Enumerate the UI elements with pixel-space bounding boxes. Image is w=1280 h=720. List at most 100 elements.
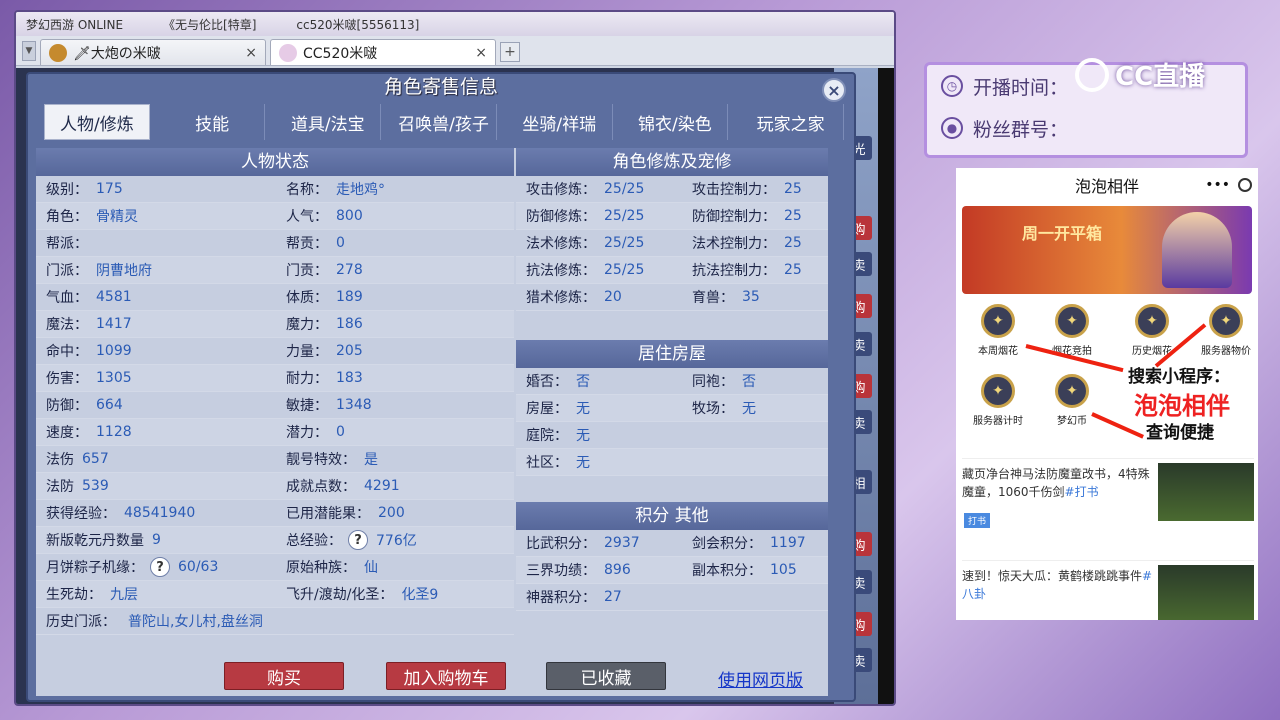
field-label: 气血： bbox=[46, 290, 88, 306]
new-tab-button[interactable]: + bbox=[500, 42, 520, 62]
field-label: 生死劫： bbox=[46, 587, 102, 603]
field-value: 186 bbox=[336, 316, 363, 332]
section-heading: 人物状态 bbox=[36, 148, 514, 176]
game-viewport: 光 购 卖 购 卖 购 卖 相 购 卖 购 卖 角色寄售信息 × 人物/修炼 技… bbox=[16, 68, 894, 704]
field-value: 200 bbox=[378, 505, 405, 521]
info-cell: 法术修炼： 25/25 bbox=[516, 230, 682, 256]
news-text: 藏页净台神马法防魔童改书，4特殊魔童，1060千伤剑 bbox=[962, 467, 1150, 499]
section-heading: 居住房屋 bbox=[516, 340, 828, 368]
action-bar: 购买 加入购物车 已收藏 使用网页版 bbox=[28, 652, 858, 692]
grid-label: 服务器计时 bbox=[973, 416, 1023, 427]
field-value: 否 bbox=[742, 374, 756, 390]
field-value: 无 bbox=[576, 455, 590, 471]
close-tab-icon[interactable]: × bbox=[245, 45, 257, 61]
grid-label: 本周烟花 bbox=[978, 346, 1018, 357]
field-label: 魔力： bbox=[286, 317, 328, 333]
field-value: 2937 bbox=[604, 535, 640, 551]
info-cell: 育兽： 35 bbox=[682, 284, 828, 310]
info-cell: 速度： 1128 bbox=[36, 419, 276, 445]
info-cell: 三界功绩： 896 bbox=[516, 557, 682, 583]
info-cell: 剑会积分： 1197 bbox=[682, 530, 828, 556]
grid-item[interactable]: ✦ 服务器物价 bbox=[1196, 304, 1256, 357]
info-cell: 气血： 4581 bbox=[36, 284, 276, 310]
cc-live-logo: CC直播 bbox=[1075, 56, 1205, 93]
help-icon[interactable]: ? bbox=[150, 557, 170, 577]
info-row: 法防 539 成就点数： 4291 bbox=[36, 473, 514, 500]
tab-mounts[interactable]: 坐骑/祥瑞 bbox=[507, 104, 613, 140]
news-item[interactable]: 藏页净台神马法防魔童改书，4特殊魔童，1060千伤剑#打书 打书 bbox=[962, 458, 1254, 558]
field-label: 潜力： bbox=[286, 425, 328, 441]
title-part-3: cc520米啵[5556113] bbox=[296, 17, 420, 32]
more-icon[interactable]: ••• bbox=[1205, 177, 1230, 193]
tab-outfits[interactable]: 锦衣/染色 bbox=[623, 104, 729, 140]
promo-line-2: 泡泡相伴 bbox=[1134, 392, 1230, 420]
tab-summons[interactable]: 召唤兽/孩子 bbox=[391, 104, 497, 140]
info-cell: 门贡： 278 bbox=[276, 257, 514, 283]
news-item[interactable]: 速到！惊天大瓜：黄鹤楼跳跳事件#八卦 bbox=[962, 560, 1254, 620]
grid-item[interactable]: ✦ 本周烟花 bbox=[968, 304, 1028, 357]
field-value: 776亿 bbox=[376, 533, 417, 549]
close-tab-icon[interactable]: × bbox=[475, 45, 487, 61]
buy-button[interactable]: 购买 bbox=[224, 662, 344, 690]
grid-item[interactable]: ✦ 服务器计时 bbox=[968, 374, 1028, 427]
target-icon[interactable] bbox=[1238, 178, 1252, 192]
favorited-button[interactable]: 已收藏 bbox=[546, 662, 666, 690]
field-label: 耐力： bbox=[286, 371, 328, 387]
tab-scroll-left-icon[interactable]: ▼ bbox=[22, 41, 36, 61]
history-icon: ✦ bbox=[1135, 304, 1169, 338]
info-cell: 比武积分： 2937 bbox=[516, 530, 682, 556]
promo-banner[interactable]: 周一开平箱 bbox=[962, 206, 1252, 294]
field-label: 命中： bbox=[46, 344, 88, 360]
field-value: 664 bbox=[96, 397, 123, 413]
info-cell: 敏捷： 1348 bbox=[276, 392, 514, 418]
coin-icon: ✦ bbox=[1055, 374, 1089, 408]
browser-tab-1[interactable]: 🗡大炮の米啵 × bbox=[40, 39, 266, 65]
field-value: 20 bbox=[604, 289, 622, 305]
fan-group-label: 粉丝群号： bbox=[973, 118, 1069, 141]
field-label: 副本积分： bbox=[692, 563, 762, 579]
browser-tab-label: 🗡大炮の米啵 bbox=[73, 45, 161, 62]
tab-character[interactable]: 人物/修炼 bbox=[44, 104, 150, 140]
banner-text: 周一开平箱 bbox=[1022, 224, 1103, 243]
browser-tabstrip: ▼ 🗡大炮の米啵 × CC520米啵 × + bbox=[16, 36, 894, 66]
use-web-version-link[interactable]: 使用网页版 bbox=[718, 666, 803, 691]
tab-skills[interactable]: 技能 bbox=[160, 104, 266, 140]
add-to-cart-button[interactable]: 加入购物车 bbox=[386, 662, 506, 690]
field-label: 速度： bbox=[46, 425, 88, 441]
grid-item[interactable]: ✦ 烟花竞拍 bbox=[1042, 304, 1102, 357]
field-value: 9 bbox=[152, 532, 161, 548]
timer-icon: ✦ bbox=[981, 374, 1015, 408]
field-label: 原始种族： bbox=[286, 560, 356, 576]
close-icon[interactable]: × bbox=[822, 78, 846, 102]
history-value: 普陀山,女儿村,盘丝洞 bbox=[128, 614, 263, 630]
info-row: 社区： 无 bbox=[516, 449, 828, 476]
browser-tab-2[interactable]: CC520米啵 × bbox=[270, 39, 496, 65]
info-cell: 新版乾元丹数量 9 bbox=[36, 527, 276, 553]
news-tag[interactable]: #打书 bbox=[1065, 485, 1099, 499]
cc-logo-icon bbox=[1075, 57, 1109, 92]
game-favicon-icon bbox=[49, 43, 67, 62]
field-label: 级别： bbox=[46, 182, 88, 198]
field-label: 抗法修炼： bbox=[526, 263, 596, 279]
info-row: 抗法修炼： 25/25 抗法控制力： 25 bbox=[516, 257, 828, 284]
field-label: 庭院： bbox=[526, 428, 568, 444]
grid-label: 梦幻币 bbox=[1057, 416, 1087, 427]
tab-items[interactable]: 道具/法宝 bbox=[275, 104, 382, 140]
info-cell: 魔力： 186 bbox=[276, 311, 514, 337]
field-label: 帮贡： bbox=[286, 236, 328, 252]
help-icon[interactable]: ? bbox=[348, 530, 368, 550]
info-cell: 抗法控制力： 25 bbox=[682, 257, 828, 283]
info-row: 三界功绩： 896 副本积分： 105 bbox=[516, 557, 828, 584]
field-value: 896 bbox=[604, 562, 631, 578]
info-cell: 体质： 189 bbox=[276, 284, 514, 310]
field-value: 25 bbox=[784, 262, 802, 278]
price-icon: ✦ bbox=[1209, 304, 1243, 338]
tab-player-home[interactable]: 玩家之家 bbox=[738, 104, 844, 140]
browser-window: 梦幻西游 ONLINE 《无与伦比[特章] cc520米啵[5556113] ▼… bbox=[14, 10, 896, 706]
info-row: 生死劫： 九层 飞升/渡劫/化圣： 化圣9 bbox=[36, 581, 514, 608]
grid-item[interactable]: ✦ 梦幻币 bbox=[1042, 374, 1102, 427]
status-section: 人物状态 级别： 175 名称： 走地鸡° 角色： 骨精灵 人气： 800 帮派： 帮贡： 0 门派：… bbox=[36, 148, 514, 696]
info-row: 级别： 175 名称： 走地鸡° bbox=[36, 176, 514, 203]
field-value: 否 bbox=[576, 374, 590, 390]
info-cell: 猎术修炼： 20 bbox=[516, 284, 682, 310]
